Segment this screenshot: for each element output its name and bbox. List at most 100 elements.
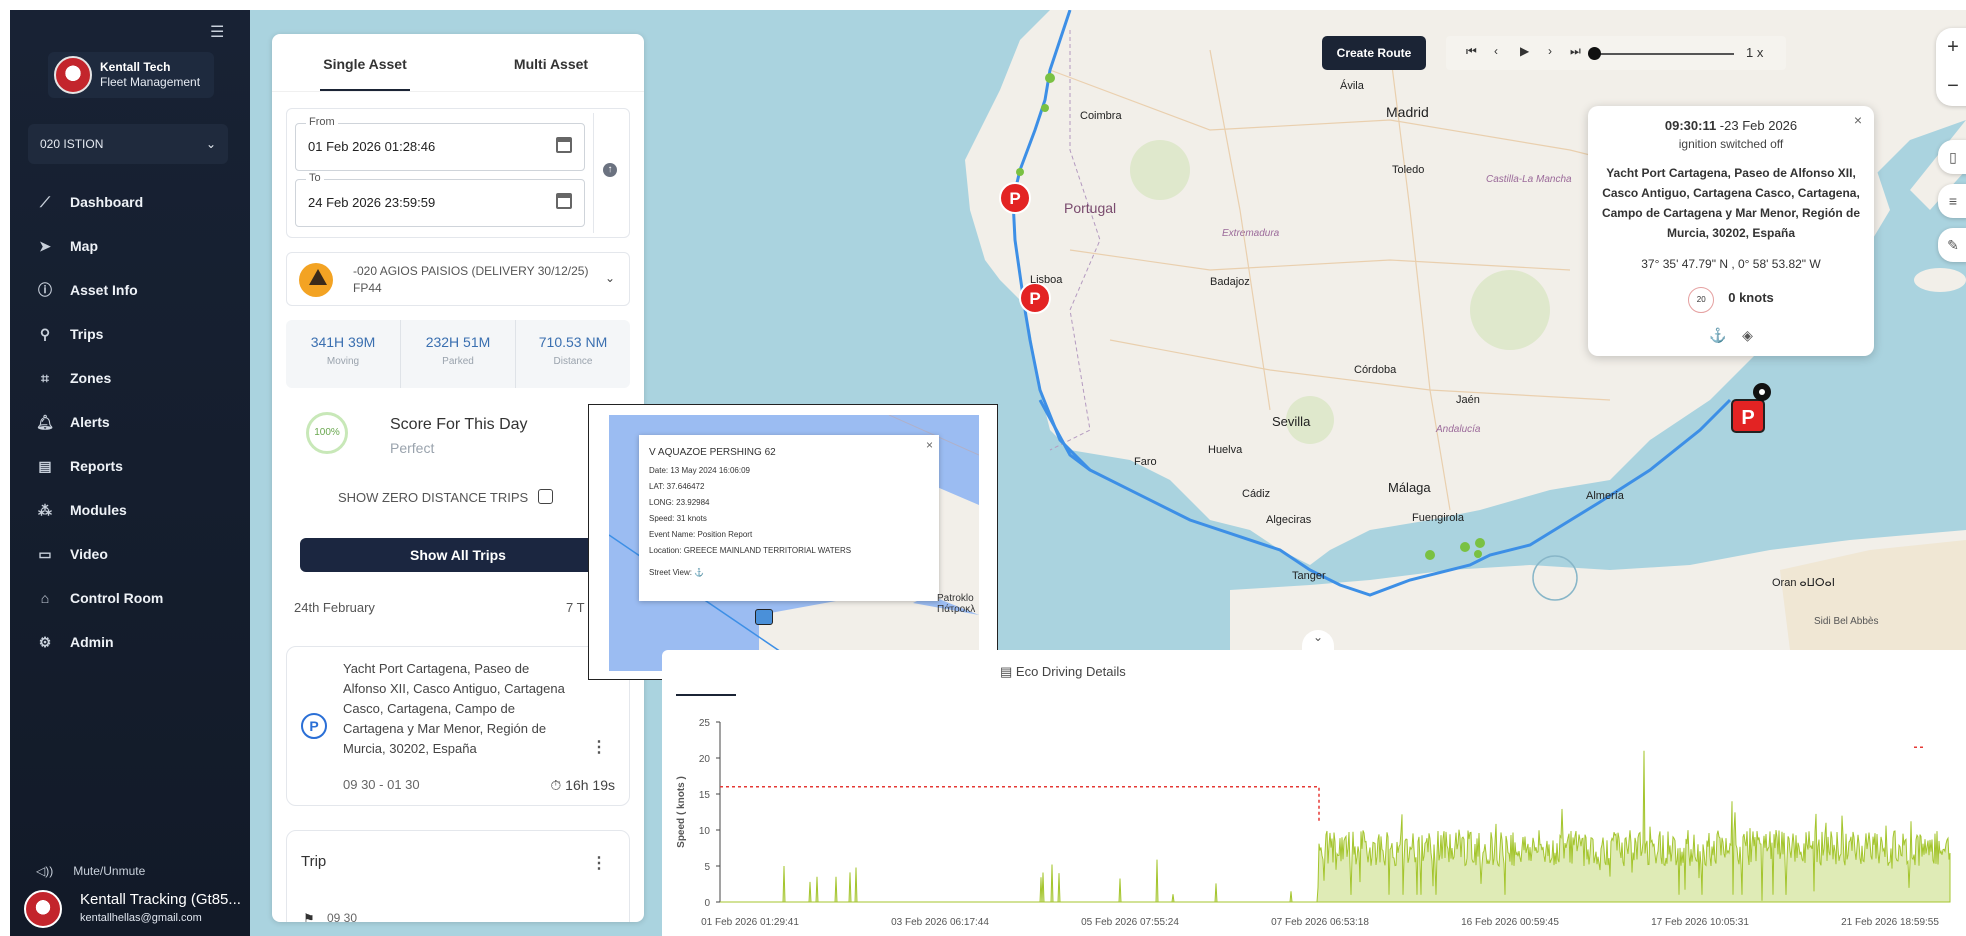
asset-name: -020 AGIOS PAISIOS (DELIVERY 30/12/25) F… xyxy=(353,264,589,295)
x-tick-label: 01 Feb 2026 01:29:41 xyxy=(701,917,799,928)
map-label-coimbra: Coimbra xyxy=(1080,110,1122,122)
parking-icon: P xyxy=(301,713,327,739)
mute-toggle[interactable]: ◁)) Mute/Unmute xyxy=(36,864,145,878)
sidebar-item-label: Dashboard xyxy=(70,194,144,210)
map-layers-icon[interactable]: ▯ xyxy=(1938,140,1966,174)
info-circle-icon: ⓘ xyxy=(38,282,52,298)
snapshot-place-label: Patroklo Πάτροκλ xyxy=(937,593,976,615)
parking-marker[interactable]: P xyxy=(999,182,1031,214)
y-tick-label: 5 xyxy=(704,862,710,873)
sidebar-item-asset-info[interactable]: ⓘ Asset Info xyxy=(10,268,250,312)
more-options-icon[interactable]: ⋮ xyxy=(591,737,607,757)
step-back-icon[interactable]: ‹ xyxy=(1494,44,1498,58)
skip-end-icon[interactable]: ⏭ xyxy=(1570,44,1581,59)
user-name: Kentall Tracking (Gt85... xyxy=(80,891,241,908)
asset-select[interactable]: -020 AGIOS PAISIOS (DELIVERY 30/12/25) F… xyxy=(286,252,630,306)
sidebar-item-label: Zones xyxy=(70,370,112,386)
close-icon[interactable]: × xyxy=(1854,112,1862,128)
stat-parked-label: Parked xyxy=(442,356,474,367)
sidebar-item-map[interactable]: ➤ Map xyxy=(10,224,250,268)
position-info-popup: × 09:30:11 -23 Feb 2026 ignition switche… xyxy=(1588,106,1874,356)
playback-slider[interactable] xyxy=(1594,53,1734,55)
step-forward-icon[interactable]: › xyxy=(1548,44,1552,58)
play-icon[interactable]: ▶ xyxy=(1520,44,1529,58)
to-date-field[interactable]: To 24 Feb 2026 23:59:59 xyxy=(295,172,585,227)
map-label-badajoz: Badajoz xyxy=(1210,276,1250,288)
tab-single-asset[interactable]: Single Asset xyxy=(272,34,458,91)
sidebar-item-control-room[interactable]: ⌂ Control Room xyxy=(10,576,250,620)
zoom-out-button[interactable]: − xyxy=(1936,67,1966,106)
vessel-marker[interactable] xyxy=(755,609,773,625)
street-view-icon[interactable]: ⚓ xyxy=(694,568,704,577)
wrench-icon[interactable]: ✎ xyxy=(1938,228,1966,262)
svg-text:P: P xyxy=(1741,407,1754,429)
sidebar-item-reports[interactable]: ▤ Reports xyxy=(10,444,250,488)
filter-sliders-icon[interactable]: ≡ xyxy=(1938,184,1966,218)
from-date-value: 01 Feb 2026 01:28:46 xyxy=(308,139,436,154)
anchor-icon[interactable]: ⚓ xyxy=(1709,327,1726,343)
navigation-arrow-icon: ➤ xyxy=(39,237,51,254)
popup-time: 09:30:11 xyxy=(1664,118,1717,133)
skip-start-icon[interactable]: ⏮ xyxy=(1466,44,1477,59)
day-trip-count: 7 T xyxy=(566,600,585,615)
brand-name: Kentall Tech xyxy=(100,60,171,74)
vessel-location: Location: GREECE MAINLAND TERRITORIAL WA… xyxy=(649,546,852,555)
map-label-almeria: Almería xyxy=(1586,490,1624,502)
sidebar-item-admin[interactable]: ⚙ Admin xyxy=(10,620,250,664)
y-axis-label: Speed ( knots ) xyxy=(676,776,687,848)
trip-card[interactable]: Trip ⋮ ⚑ 09 30 xyxy=(286,830,630,922)
speed-chart-panel: ▤ Eco Driving Details 0 5 10 15 20 25 Speed ( … xyxy=(662,650,1966,936)
map-label-cadiz: Cádiz xyxy=(1242,488,1271,500)
y-tick-label: 25 xyxy=(699,718,711,729)
show-all-trips-button[interactable]: Show All Trips xyxy=(300,538,616,572)
kentall-logo-icon xyxy=(54,56,92,94)
playback-slider-handle[interactable] xyxy=(1588,47,1601,60)
speed-chart: 0 5 10 15 20 25 Speed ( knots ) 01 Feb 2026 01:… xyxy=(676,718,1951,928)
create-route-button[interactable]: Create Route xyxy=(1322,36,1426,70)
video-icon: ▭ xyxy=(38,545,52,562)
sidebar-item-alerts[interactable]: 🔔︎ Alerts xyxy=(10,400,250,444)
map-label-algeciras: Algeciras xyxy=(1266,514,1312,526)
date-range: From 01 Feb 2026 01:28:46 To 24 Feb 2026… xyxy=(286,108,630,238)
map-label-malaga: Málaga xyxy=(1388,480,1431,495)
calendar-icon[interactable] xyxy=(556,193,572,209)
sidebar-nav: ⟋ Dashboard ➤ Map ⓘ Asset Info ⚲ Trips ⌗ Zones 🔔︎ A… xyxy=(10,180,250,664)
org-select[interactable]: 020 ISTION ⌄ xyxy=(28,124,228,164)
directions-icon[interactable]: ◈ xyxy=(1742,327,1753,343)
more-options-icon[interactable]: ⋮ xyxy=(591,853,607,873)
zoom-in-button[interactable]: + xyxy=(1936,28,1966,67)
calendar-icon[interactable] xyxy=(556,137,572,153)
tab-multi-asset[interactable]: Multi Asset xyxy=(458,34,644,91)
brand-logo[interactable]: Kentall Tech Fleet Management xyxy=(48,52,214,98)
sidebar-item-label: Alerts xyxy=(70,414,110,430)
mute-label: Mute/Unmute xyxy=(73,864,146,878)
y-tick-label: 10 xyxy=(699,826,711,837)
y-tick-label: 20 xyxy=(699,754,711,765)
sidebar-item-dashboard[interactable]: ⟋ Dashboard xyxy=(10,180,250,224)
playback-speed[interactable]: 1 x xyxy=(1746,45,1763,60)
sidebar-item-modules[interactable]: ⁂ Modules xyxy=(10,488,250,532)
sidebar-item-label: Trips xyxy=(70,326,104,342)
vessel-title: V AQUAZOE PERSHING 62 xyxy=(649,447,776,458)
map-label-tanger: Tanger xyxy=(1292,570,1326,582)
collapse-menu-icon[interactable]: ☰ xyxy=(210,22,224,42)
sidebar-item-video[interactable]: ▭ Video xyxy=(10,532,250,576)
from-date-field[interactable]: From 01 Feb 2026 01:28:46 xyxy=(295,116,585,171)
parking-marker[interactable]: P xyxy=(1019,282,1051,314)
user-profile[interactable]: Kentall Tracking (Gt85... kentallhellas@g… xyxy=(24,890,241,928)
zero-distance-checkbox[interactable] xyxy=(538,489,553,504)
user-email: kentallhellas@gmail.com xyxy=(80,912,202,924)
speaker-icon: ◁)) xyxy=(36,864,54,878)
arrow-up-icon[interactable]: ↑ xyxy=(603,163,617,177)
snapshot-map: × V AQUAZOE PERSHING 62 Date: 13 May 202… xyxy=(609,415,979,671)
trip-card[interactable]: P Yacht Port Cartagena, Paseo de Alfonso… xyxy=(286,646,630,806)
sidebar-item-trips[interactable]: ⚲ Trips xyxy=(10,312,250,356)
zone-icon: ⌗ xyxy=(41,369,49,386)
trip-time: 09 30 - 01 30 xyxy=(343,777,420,792)
score-ring: 100% xyxy=(306,412,348,454)
modules-icon: ⁂ xyxy=(38,501,52,518)
sidebar-item-zones[interactable]: ⌗ Zones xyxy=(10,356,250,400)
close-icon[interactable]: × xyxy=(926,437,933,453)
trip-address: Yacht Port Cartagena, Paseo de Alfonso X… xyxy=(343,661,565,756)
to-label: To xyxy=(306,172,324,184)
